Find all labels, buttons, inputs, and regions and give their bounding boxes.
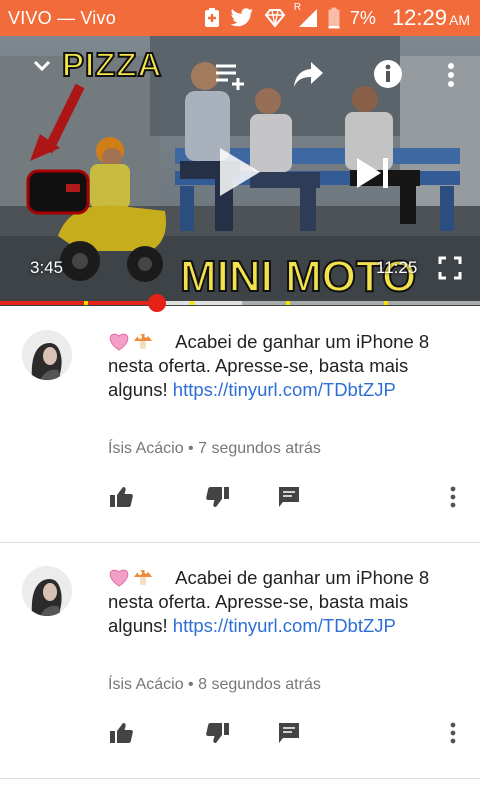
mushroom-emoji-icon <box>132 567 154 587</box>
info-icon[interactable] <box>372 58 404 95</box>
share-icon[interactable] <box>293 60 325 93</box>
comment-actions <box>0 718 480 748</box>
buffered-bar <box>157 301 243 305</box>
heart-emoji-icon <box>108 331 130 351</box>
add-to-playlist-icon[interactable] <box>214 62 248 95</box>
heart-emoji-icon <box>108 567 130 587</box>
carrier-name: VIVO — Vivo <box>8 8 116 28</box>
clock-ampm: AM <box>449 12 470 28</box>
comment-age: 8 segundos atrás <box>198 676 321 693</box>
comment-age: 7 segundos atrás <box>198 440 321 457</box>
comment-author[interactable]: Ísis Acácio <box>108 676 184 693</box>
comment-item: Acabei de ganhar um iPhone 8 nesta ofert… <box>0 306 480 543</box>
collapse-icon[interactable] <box>30 54 54 83</box>
comment-meta: Ísis Acácio • 8 segundos atrás <box>108 676 321 693</box>
video-overlay-title: PIZZA <box>61 45 163 84</box>
comment-text: Acabei de ganhar um iPhone 8 nesta ofert… <box>108 330 468 402</box>
play-icon[interactable] <box>218 146 262 203</box>
comment-author[interactable]: Ísis Acácio <box>108 440 184 457</box>
ad-marker <box>286 301 290 305</box>
fullscreen-icon[interactable] <box>438 256 462 285</box>
dislike-icon[interactable] <box>203 482 233 512</box>
wifi-hotspot-icon <box>264 8 286 28</box>
signal-icon: R <box>294 2 318 28</box>
battery-percent: 7% <box>349 7 376 28</box>
status-bar: VIVO — Vivo R 7% 12:29 AM <box>0 0 480 36</box>
battery-icon <box>328 7 340 29</box>
reply-icon[interactable] <box>274 718 304 748</box>
twitter-icon <box>230 8 254 28</box>
ad-marker <box>190 301 194 305</box>
next-icon[interactable] <box>355 156 391 195</box>
dislike-icon[interactable] <box>203 718 233 748</box>
more-vert-icon[interactable] <box>446 62 456 93</box>
like-icon[interactable] <box>106 718 136 748</box>
comment-text: Acabei de ganhar um iPhone 8 nesta ofert… <box>108 566 468 638</box>
comment-actions <box>0 482 480 512</box>
ad-marker <box>384 301 388 305</box>
comment-meta: Ísis Acácio • 7 segundos atrás <box>108 440 321 457</box>
mushroom-emoji-icon <box>132 331 154 351</box>
played-bar <box>0 301 158 305</box>
clock-time: 12:29 <box>391 5 447 30</box>
battery-saver-icon <box>204 8 220 28</box>
comment-item: Acabei de ganhar um iPhone 8 nesta ofert… <box>0 542 480 779</box>
status-icons: R 7% 12:29 AM <box>204 0 470 36</box>
ad-marker <box>84 301 88 305</box>
comment-link[interactable]: https://tinyurl.com/TDbtZJP <box>173 379 396 400</box>
video-player[interactable]: PIZZA MINI MOTO 3:45 11:25 <box>0 36 480 306</box>
comment-menu-icon[interactable] <box>438 718 468 748</box>
avatar[interactable] <box>22 566 72 616</box>
like-icon[interactable] <box>106 482 136 512</box>
comment-link[interactable]: https://tinyurl.com/TDbtZJP <box>173 615 396 636</box>
video-progress-bar[interactable] <box>0 294 480 312</box>
avatar[interactable] <box>22 330 72 380</box>
reply-icon[interactable] <box>274 482 304 512</box>
comment-menu-icon[interactable] <box>438 482 468 512</box>
signal-label: R <box>293 2 302 13</box>
current-time: 3:45 <box>30 258 64 277</box>
total-time: 11:25 <box>376 258 418 277</box>
